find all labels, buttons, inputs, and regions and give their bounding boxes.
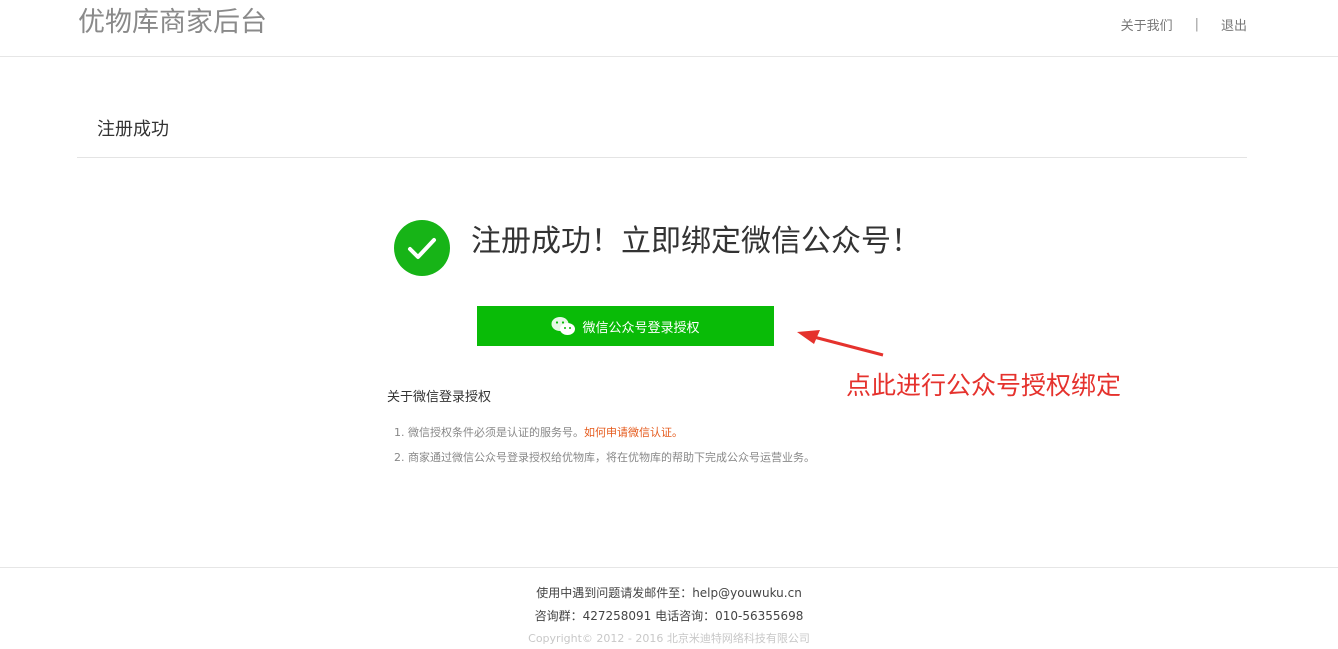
footer: 使用中遇到问题请发邮件至：help@youwuku.cn 咨询群：4272580… — [0, 567, 1338, 649]
footer-copyright: Copyright© 2012 - 2016 北京米迪特网络科技有限公司 — [528, 632, 810, 645]
footer-contact-email: 使用中遇到问题请发邮件至：help@youwuku.cn — [536, 586, 802, 600]
apply-verification-link[interactable]: 如何申请微信认证。 — [584, 426, 683, 439]
wechat-login-auth-button[interactable]: 微信公众号登录授权 — [477, 306, 774, 346]
header: 优物库商家后台 关于我们 | 退出 — [0, 0, 1338, 57]
list-item: 2. 商家通过微信公众号登录授权给优物库，将在优物库的帮助下完成公众号运营业务。 — [394, 451, 815, 464]
wechat-login-auth-label: 微信公众号登录授权 — [582, 320, 700, 336]
about-title: 关于微信登录授权 — [387, 390, 492, 405]
page-title: 注册成功 — [97, 119, 169, 140]
about-us-link[interactable]: 关于我们 — [1121, 15, 1173, 34]
list-item-text: 1. 微信授权条件必须是认证的服务号。 — [394, 426, 584, 439]
success-headline: 注册成功！立即绑定微信公众号！ — [471, 224, 921, 259]
divider — [77, 157, 1247, 158]
footer-contact-phone: 咨询群：427258091 电话咨询：010-56355698 — [534, 609, 804, 623]
nav-separator: | — [1194, 17, 1199, 32]
wechat-icon — [551, 316, 576, 336]
logout-link[interactable]: 退出 — [1221, 15, 1247, 34]
check-circle-icon — [394, 220, 450, 276]
list-item: 1. 微信授权条件必须是认证的服务号。如何申请微信认证。 — [394, 420, 815, 445]
top-nav: 关于我们 | 退出 — [1121, 15, 1247, 34]
brand-logo: 优物库商家后台 — [78, 7, 267, 38]
arrow-icon — [790, 322, 890, 366]
about-list: 1. 微信授权条件必须是认证的服务号。如何申请微信认证。 2. 商家通过微信公众… — [394, 420, 815, 470]
annotation-text: 点此进行公众号授权绑定 — [846, 371, 1122, 400]
